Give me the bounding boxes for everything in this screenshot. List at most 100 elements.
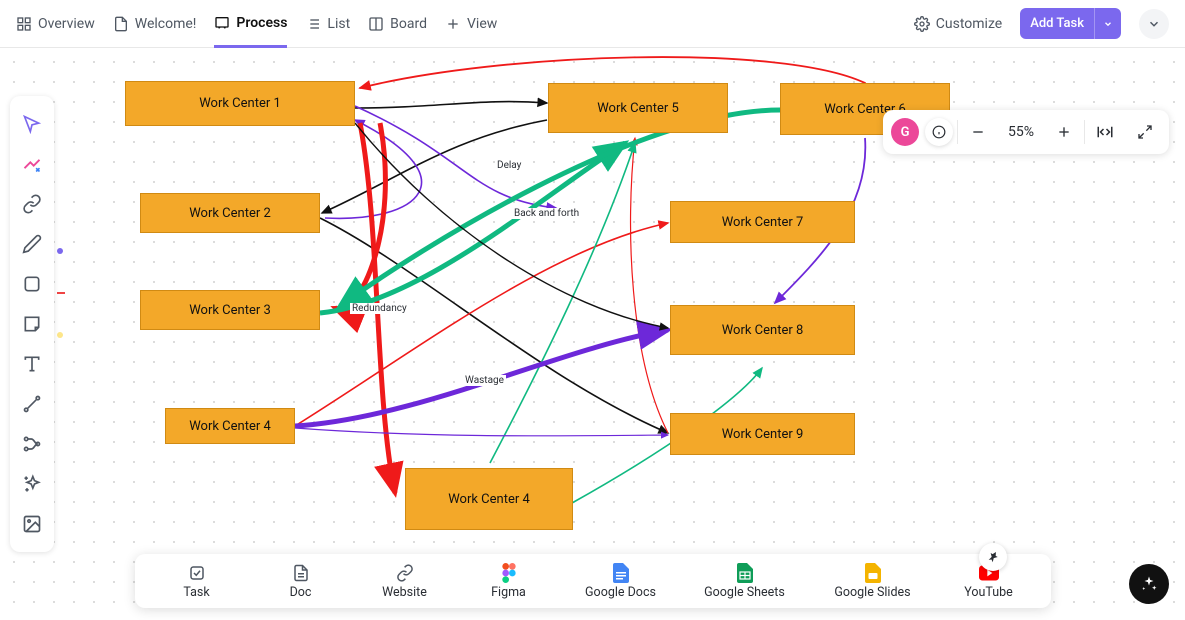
insert-label: Google Slides xyxy=(834,585,910,600)
connector-tool[interactable] xyxy=(10,384,54,424)
insert-label: Figma xyxy=(491,585,526,600)
shape-tool[interactable] xyxy=(10,264,54,304)
task-icon xyxy=(187,563,207,583)
insert-label: Google Docs xyxy=(585,585,656,600)
sparkle-icon xyxy=(1140,575,1158,593)
select-tool[interactable] xyxy=(10,104,54,144)
insert-label: Google Sheets xyxy=(704,585,785,600)
edge-label-redundancy: Redundancy xyxy=(350,303,409,314)
pin-button[interactable] xyxy=(979,543,1007,571)
tab-label: View xyxy=(467,16,497,32)
tab-label: Overview xyxy=(38,16,95,32)
insert-task[interactable]: Task xyxy=(145,563,249,600)
edge-label-backforth: Back and forth xyxy=(512,208,581,219)
node-wc3[interactable]: Work Center 3 xyxy=(140,290,320,330)
insert-figma[interactable]: Figma xyxy=(457,563,561,600)
link-icon xyxy=(395,563,415,583)
gslides-icon xyxy=(863,563,883,583)
fit-width-button[interactable] xyxy=(1085,110,1125,154)
insert-website[interactable]: Website xyxy=(353,563,457,600)
fit-width-icon xyxy=(1096,123,1114,141)
insert-label: Website xyxy=(382,585,427,600)
pin-icon xyxy=(986,550,1000,564)
image-tool[interactable] xyxy=(10,504,54,544)
info-button[interactable] xyxy=(925,118,953,146)
doc-icon xyxy=(291,563,311,583)
canvas-controls: G 55% xyxy=(883,110,1169,154)
insert-gslides[interactable]: Google Slides xyxy=(809,563,937,600)
node-label: Work Center 1 xyxy=(199,96,281,111)
node-wc2[interactable]: Work Center 2 xyxy=(140,193,320,233)
minus-icon xyxy=(970,124,986,140)
node-wc4a[interactable]: Work Center 4 xyxy=(165,408,295,444)
gsheets-icon xyxy=(735,563,755,583)
node-label: Work Center 4 xyxy=(448,492,530,507)
customize-label: Customize xyxy=(936,16,1002,32)
tab-label: Welcome! xyxy=(135,16,197,32)
zoom-out-button[interactable] xyxy=(958,110,998,154)
zoom-level[interactable]: 55% xyxy=(998,124,1044,140)
insert-label: YouTube xyxy=(964,585,1013,600)
node-wc5[interactable]: Work Center 5 xyxy=(548,83,728,133)
tab-welcome[interactable]: Welcome! xyxy=(113,0,197,48)
overview-icon xyxy=(16,16,32,32)
add-task-button[interactable]: Add Task xyxy=(1020,8,1121,39)
magic-tool[interactable] xyxy=(10,464,54,504)
customize-button[interactable]: Customize xyxy=(914,16,1002,32)
document-icon xyxy=(113,16,129,32)
info-icon xyxy=(932,125,946,139)
node-wc4b[interactable]: Work Center 4 xyxy=(405,468,573,530)
plus-icon xyxy=(1056,124,1072,140)
tab-addview[interactable]: View xyxy=(445,0,497,48)
tab-label: Process xyxy=(236,15,287,31)
tab-label: List xyxy=(327,16,350,32)
node-label: Work Center 4 xyxy=(189,419,271,434)
left-toolbar xyxy=(10,96,54,552)
tab-list[interactable]: List xyxy=(305,0,350,48)
pen-tool[interactable] xyxy=(10,224,54,264)
sticky-color-swatch xyxy=(57,332,63,338)
edge-label-delay: Delay xyxy=(495,160,523,171)
insert-label: Doc xyxy=(290,585,312,600)
insert-gdocs[interactable]: Google Docs xyxy=(561,563,681,600)
whiteboard-canvas[interactable]: Work Center 1 Work Center 2 Work Center … xyxy=(0,48,1185,620)
zoom-in-button[interactable] xyxy=(1044,110,1084,154)
ai-fab-button[interactable] xyxy=(1129,564,1169,604)
top-navigation: Overview Welcome! Process List Board Vie… xyxy=(0,0,1185,48)
chevron-down-icon[interactable] xyxy=(1094,8,1121,39)
expand-icon xyxy=(1137,124,1153,140)
chart-tool[interactable] xyxy=(10,424,54,464)
insert-gsheets[interactable]: Google Sheets xyxy=(681,563,809,600)
tab-process[interactable]: Process xyxy=(214,0,287,48)
gdocs-icon xyxy=(611,563,631,583)
node-wc1[interactable]: Work Center 1 xyxy=(125,81,355,126)
shape-color-swatch xyxy=(57,292,65,294)
avatar[interactable]: G xyxy=(891,118,919,146)
chevron-down-icon xyxy=(1147,17,1161,31)
pen-color-swatch xyxy=(57,248,63,254)
tab-label: Board xyxy=(390,16,427,32)
sticky-tool[interactable] xyxy=(10,304,54,344)
add-task-label: Add Task xyxy=(1020,10,1094,37)
figma-icon xyxy=(499,563,519,583)
node-label: Work Center 3 xyxy=(189,303,271,318)
tab-overview[interactable]: Overview xyxy=(16,0,95,48)
node-label: Work Center 5 xyxy=(597,101,679,116)
insert-doc[interactable]: Doc xyxy=(249,563,353,600)
node-wc9[interactable]: Work Center 9 xyxy=(670,413,855,455)
text-tool[interactable] xyxy=(10,344,54,384)
node-wc8[interactable]: Work Center 8 xyxy=(670,305,855,355)
tab-board[interactable]: Board xyxy=(368,0,427,48)
ai-tool[interactable] xyxy=(10,144,54,184)
list-icon xyxy=(305,16,321,32)
more-button[interactable] xyxy=(1139,9,1169,39)
insert-label: Task xyxy=(183,585,209,600)
node-label: Work Center 7 xyxy=(722,215,804,230)
node-label: Work Center 9 xyxy=(722,427,804,442)
fullscreen-button[interactable] xyxy=(1125,110,1165,154)
edge-label-wastage: Wastage xyxy=(463,375,506,386)
node-label: Work Center 8 xyxy=(722,323,804,338)
gear-icon xyxy=(914,16,930,32)
link-tool[interactable] xyxy=(10,184,54,224)
node-wc7[interactable]: Work Center 7 xyxy=(670,201,855,243)
